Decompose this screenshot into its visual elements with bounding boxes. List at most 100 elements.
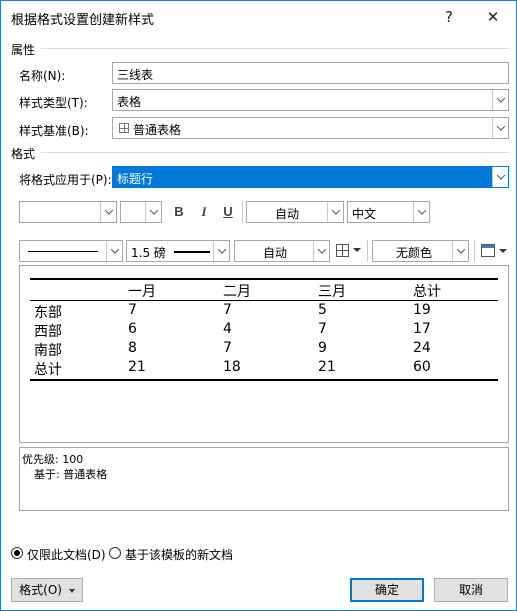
dialog-title: 根据格式设置创建新样式 <box>11 13 155 28</box>
style-type-label: 样式类型(T): <box>19 96 88 110</box>
chevron-down-icon <box>331 206 340 215</box>
this-document-radio[interactable] <box>11 547 23 559</box>
preview-cell: 19 <box>413 302 431 318</box>
borders-icon[interactable] <box>336 244 349 257</box>
preview-cell: 17 <box>413 321 431 337</box>
preview-cell: 8 <box>128 340 137 356</box>
border-style-dropdown[interactable] <box>19 240 123 262</box>
style-type-value: 表格 <box>117 95 142 109</box>
caret-down-icon <box>68 588 75 593</box>
properties-section-label: 属性 <box>11 43 36 57</box>
font-color-dropdown[interactable]: 自动 <box>246 201 344 223</box>
template-label[interactable]: 基于该模板的新文档 <box>125 546 233 563</box>
preview-cell: 4 <box>223 321 232 337</box>
apply-to-dropdown-button[interactable] <box>492 167 508 187</box>
help-button[interactable]: ? <box>435 5 463 29</box>
bold-button[interactable]: B <box>168 201 190 223</box>
preview-cell: 7 <box>128 302 137 318</box>
chevron-down-icon <box>317 245 326 254</box>
border-line-sample <box>28 251 98 252</box>
chevron-down-icon <box>496 122 505 131</box>
toolbar-separator <box>367 240 368 262</box>
name-field[interactable]: 三线表 <box>112 62 509 84</box>
close-icon: ✕ <box>486 8 500 26</box>
preview-header-cell: 总计 <box>413 284 441 300</box>
chevron-down-icon <box>496 94 505 103</box>
font-name-dropdown[interactable] <box>19 201 117 223</box>
border-color-dropdown[interactable]: 自动 <box>234 240 330 262</box>
based-on-text: 基于: 普通表格 <box>34 468 108 481</box>
script-value: 中文 <box>352 207 377 221</box>
format-section-label: 格式 <box>11 147 36 161</box>
preview-cell: 21 <box>318 359 336 375</box>
apply-to-value: 标题行 <box>117 172 154 186</box>
preview-cell: 21 <box>128 359 146 375</box>
preview-cell: 9 <box>318 340 327 356</box>
style-type-dropdown[interactable]: 表格 <box>112 89 509 111</box>
based-on-label: 样式基准(B): <box>19 124 89 138</box>
style-type-dropdown-button[interactable] <box>492 90 508 110</box>
font-color-dropdown-button[interactable] <box>327 202 343 222</box>
preview-header-cell: 三月 <box>318 284 346 300</box>
font-name-dropdown-button[interactable] <box>100 202 116 222</box>
table-top-rule <box>30 278 498 280</box>
preview-cell: 5 <box>318 302 327 318</box>
chevron-down-icon <box>496 171 505 180</box>
preview-row-label: 东部 <box>34 305 62 321</box>
font-color-value: 自动 <box>275 207 300 221</box>
preview-cell: 6 <box>128 321 137 337</box>
apply-to-label: 将格式应用于(P): <box>19 173 112 187</box>
format-menu-label: 格式(O) <box>19 583 62 597</box>
preview-cell: 18 <box>223 359 241 375</box>
preview-cell: 24 <box>413 340 431 356</box>
name-field-value: 三线表 <box>117 68 154 82</box>
preview-row-label: 南部 <box>34 343 62 359</box>
this-document-label[interactable]: 仅限此文档(D) <box>27 546 106 563</box>
shading-dropdown-button[interactable] <box>452 241 468 261</box>
border-weight-dropdown-button[interactable] <box>213 241 229 261</box>
chevron-down-icon <box>456 245 465 254</box>
preview-row-label: 西部 <box>34 324 62 340</box>
new-style-dialog: 根据格式设置创建新样式 ? ✕ 属性 名称(N): 三线表 样式类型(T): 表… <box>0 0 517 611</box>
priority-text: 优先级: 100 <box>22 453 84 466</box>
borders-dropdown-arrow-icon[interactable] <box>353 248 361 252</box>
border-weight-dropdown[interactable]: 1.5 磅 <box>126 240 230 262</box>
italic-button[interactable]: I <box>193 201 215 223</box>
format-menu-button[interactable]: 格式(O) <box>11 578 83 602</box>
template-radio[interactable] <box>109 547 121 559</box>
border-style-dropdown-button[interactable] <box>106 241 122 261</box>
cancel-button[interactable]: 取消 <box>434 578 508 602</box>
script-dropdown[interactable]: 中文 <box>347 201 430 223</box>
style-description: 优先级: 100 基于: 普通表格 <box>19 447 509 511</box>
font-size-dropdown[interactable] <box>120 201 162 223</box>
preview-header-cell: 二月 <box>223 284 251 300</box>
preview-header-cell: 一月 <box>128 284 156 300</box>
font-size-dropdown-button[interactable] <box>145 202 161 222</box>
preview-cell: 7 <box>318 321 327 337</box>
style-preview: 一月 二月 三月 总计 东部 7 7 5 19 西部 6 4 7 17 南部 8 7 9 24 总计 21 18 21 60 <box>19 265 509 443</box>
border-color-dropdown-button[interactable] <box>313 241 329 261</box>
border-color-value: 自动 <box>263 246 288 260</box>
script-dropdown-button[interactable] <box>413 202 429 222</box>
close-button[interactable]: ✕ <box>479 5 507 29</box>
chevron-down-icon <box>417 206 426 215</box>
name-label: 名称(N): <box>19 69 66 83</box>
based-on-dropdown[interactable]: 普通表格 <box>112 117 509 139</box>
chevron-down-icon <box>149 206 158 215</box>
apply-to-dropdown[interactable]: 标题行 <box>112 166 509 188</box>
table-properties-dropdown-arrow-icon[interactable] <box>499 249 507 253</box>
preview-row-label: 总计 <box>34 362 62 378</box>
table-bottom-rule <box>30 379 498 381</box>
chevron-down-icon <box>110 245 119 254</box>
underline-button[interactable]: U <box>217 201 239 223</box>
chevron-down-icon <box>104 206 113 215</box>
table-properties-icon[interactable] <box>481 244 495 257</box>
shading-dropdown[interactable]: 无颜色 <box>372 240 469 262</box>
toolbar-separator <box>474 240 475 262</box>
based-on-value: 普通表格 <box>133 123 182 137</box>
border-weight-value: 1.5 磅 <box>131 246 166 260</box>
chevron-down-icon <box>217 245 226 254</box>
ok-button[interactable]: 确定 <box>350 578 424 602</box>
table-style-icon <box>119 123 129 133</box>
based-on-dropdown-button[interactable] <box>492 118 508 138</box>
